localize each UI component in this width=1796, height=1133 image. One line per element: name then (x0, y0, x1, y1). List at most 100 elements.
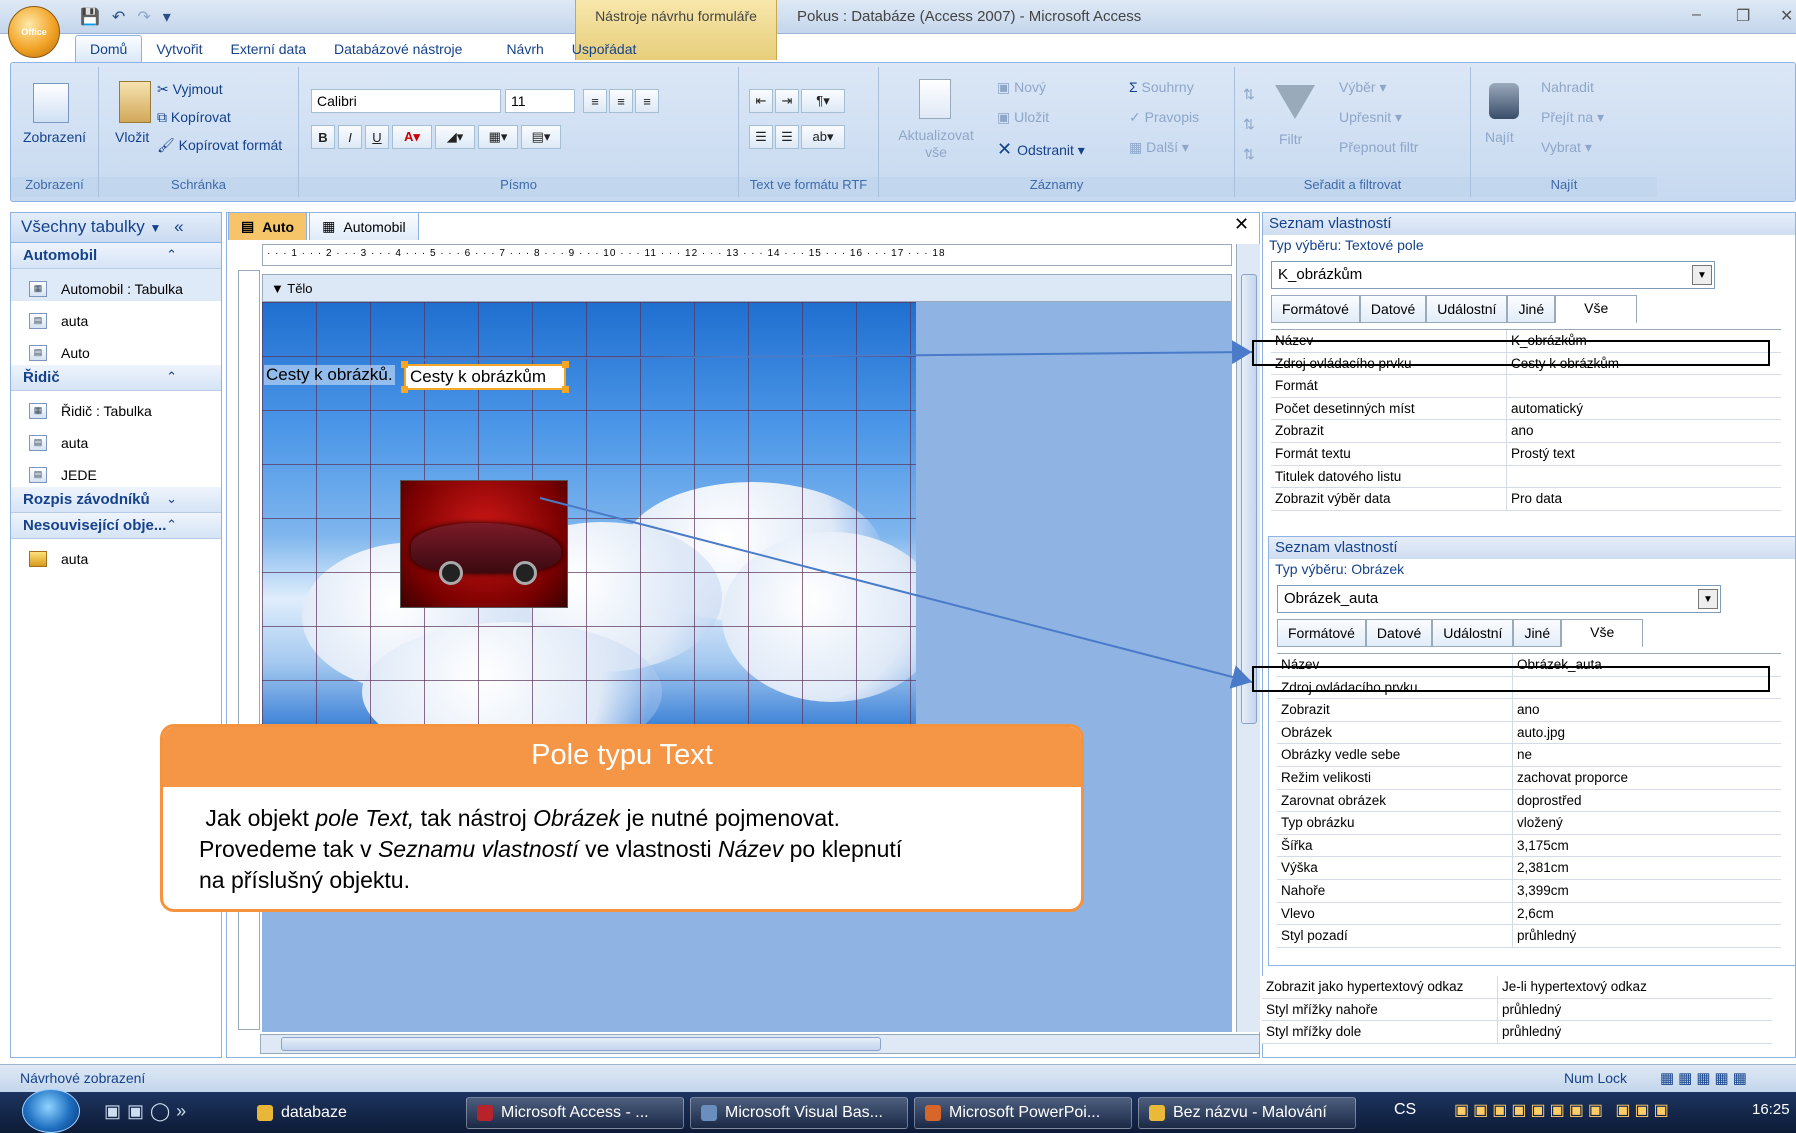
fill-color-icon[interactable]: ◢▾ (435, 125, 475, 149)
nav-item[interactable]: ▤ auta (11, 301, 221, 333)
cut-button[interactable]: ✂ Vyjmout (157, 81, 223, 98)
tab-all[interactable]: Vše (1561, 619, 1644, 647)
close-icon[interactable]: ✕ (1780, 6, 1793, 26)
horizontal-scrollbar[interactable] (260, 1034, 1260, 1054)
new-record-button[interactable]: ▣ Nový (997, 79, 1046, 96)
minimize-icon[interactable]: – (1692, 6, 1701, 24)
section-header-detail[interactable]: ▼ Tělo (262, 274, 1232, 302)
property-row[interactable]: Formát textu Prostý text (1271, 442, 1781, 466)
tab-external-data[interactable]: Externí data (217, 36, 321, 62)
nav-item[interactable]: ▤ Auto (11, 333, 221, 365)
find-button[interactable]: Najít (1485, 129, 1514, 145)
label-control[interactable]: Cesty k obrázků. (264, 365, 395, 385)
totals-button[interactable]: Σ Souhrny (1129, 79, 1194, 95)
refresh-button[interactable]: Aktualizovat vše (891, 127, 981, 161)
resize-handle[interactable] (562, 361, 569, 368)
font-color-icon[interactable]: A▾ (392, 125, 432, 149)
quick-launch-icons[interactable]: ▣▣◯» (104, 1101, 192, 1122)
gridlines-icon[interactable]: ▦▾ (478, 125, 518, 149)
underline-button[interactable]: U (365, 125, 389, 149)
replace-button[interactable]: Nahradit (1541, 79, 1594, 95)
object-selector[interactable]: Obrázek_auta ▼ (1277, 585, 1721, 613)
selection-button[interactable]: Výběr ▾ (1339, 79, 1387, 96)
property-value[interactable]: 2,6cm (1513, 903, 1781, 925)
save-icon[interactable]: 💾 (80, 7, 100, 27)
select-button[interactable]: Vybrat ▾ (1541, 139, 1592, 156)
property-row[interactable]: Zarovnat obrázek doprostřed (1277, 789, 1781, 813)
property-row[interactable]: Formát (1271, 375, 1781, 398)
format-painter-button[interactable]: 🖌 Kopírovat formát (157, 137, 282, 154)
tab-data[interactable]: Datové (1365, 619, 1433, 647)
tab-design[interactable]: Návrh (492, 36, 557, 62)
taskbar-item[interactable]: databaze (246, 1097, 456, 1129)
property-value[interactable]: zachovat proporce (1513, 767, 1781, 789)
taskbar-item[interactable]: Microsoft PowerPoi... (914, 1097, 1132, 1129)
property-row[interactable]: Zobrazit ano (1271, 420, 1781, 443)
property-value[interactable]: doprostřed (1513, 790, 1781, 812)
advanced-button[interactable]: Upřesnit ▾ (1339, 109, 1402, 126)
numbered-list-icon[interactable]: ☰ (749, 125, 773, 149)
nav-item[interactable]: auta (11, 539, 221, 571)
property-value[interactable] (1507, 375, 1781, 397)
nav-group-rozpis[interactable]: Rozpis závodníků ⌄ (11, 487, 221, 513)
nav-group-automobil[interactable]: Automobil ⌃ (11, 243, 221, 269)
property-row[interactable]: Zobrazit ano (1277, 699, 1781, 722)
bold-button[interactable]: B (311, 125, 335, 149)
collapse-nav-icon[interactable]: « (174, 217, 183, 236)
tab-format[interactable]: Formátové (1271, 295, 1360, 323)
nav-header[interactable]: Všechny tabulky ▼ « (11, 213, 221, 243)
property-row[interactable]: Zobrazit jako hypertextový odkaz Je-li hy… (1262, 976, 1772, 999)
property-value[interactable]: 3,399cm (1513, 880, 1781, 902)
tab-home[interactable]: Domů (75, 35, 143, 62)
property-value[interactable]: ne (1513, 744, 1781, 766)
align-right-icon[interactable]: ≡ (635, 89, 659, 113)
property-row[interactable]: Titulek datového listu (1271, 465, 1781, 489)
scroll-thumb[interactable] (281, 1037, 881, 1051)
property-row[interactable]: Režim velikosti zachovat proporce (1277, 766, 1781, 790)
property-value[interactable] (1507, 466, 1781, 488)
tab-all[interactable]: Vše (1555, 295, 1638, 323)
object-selector[interactable]: K_obrázkům ▼ (1271, 261, 1715, 289)
copy-button[interactable]: ⧉ Kopírovat (157, 109, 231, 126)
property-value[interactable]: průhledný (1498, 999, 1772, 1021)
taskbar-item[interactable]: Microsoft Visual Bas... (690, 1097, 908, 1129)
font-family-combo[interactable]: Calibri (311, 89, 501, 113)
bullet-list-icon[interactable]: ☰ (775, 125, 799, 149)
tab-data[interactable]: Datové (1359, 295, 1427, 323)
textbox-control[interactable]: Cesty k obrázkům (401, 361, 569, 393)
property-value[interactable]: Je-li hypertextový odkaz (1498, 976, 1772, 998)
taskbar-item[interactable]: Microsoft Access - ... (466, 1097, 684, 1129)
decrease-indent-icon[interactable]: ⇤ (749, 89, 773, 113)
start-button[interactable] (22, 1089, 80, 1133)
view-switcher-icons[interactable]: ▦▦▦▦▦ (1660, 1069, 1751, 1087)
nav-group-ridic[interactable]: Řidič ⌃ (11, 365, 221, 391)
nav-item[interactable]: ▦ Automobil : Tabulka (11, 269, 221, 301)
goto-button[interactable]: Přejít na ▾ (1541, 109, 1604, 126)
undo-icon[interactable]: ↶ (112, 7, 125, 27)
spelling-button[interactable]: ✓ Pravopis (1129, 109, 1199, 126)
nav-item[interactable]: ▤ auta (11, 423, 221, 455)
tab-event[interactable]: Událostní (1432, 619, 1514, 647)
tab-other[interactable]: Jiné (1507, 295, 1556, 323)
tab-arrange[interactable]: Uspořádat (558, 36, 651, 62)
property-value[interactable]: 3,175cm (1513, 835, 1781, 857)
property-value[interactable]: vložený (1513, 812, 1781, 834)
dropdown-icon[interactable]: ▼ (1692, 265, 1712, 285)
property-row[interactable]: Zobrazit výběr data Pro data (1271, 488, 1781, 511)
close-document-icon[interactable]: ✕ (1234, 214, 1249, 235)
dropdown-icon[interactable]: ▼ (150, 221, 162, 235)
paragraph-icon[interactable]: ¶▾ (801, 89, 845, 113)
property-row[interactable]: Styl pozadí průhledný (1277, 925, 1781, 948)
dropdown-icon[interactable]: ▼ (1698, 589, 1718, 609)
view-button[interactable]: Zobrazení (23, 129, 86, 145)
save-record-button[interactable]: ▣ Uložit (997, 109, 1049, 126)
alternate-fill-icon[interactable]: ▤▾ (521, 125, 561, 149)
doc-tab-auto[interactable]: ▤ Auto (228, 212, 308, 240)
tab-format[interactable]: Formátové (1277, 619, 1366, 647)
property-value[interactable]: průhledný (1513, 925, 1781, 947)
property-value[interactable]: automatický (1507, 398, 1781, 420)
resize-handle[interactable] (401, 386, 408, 393)
property-row[interactable]: Styl mřížky dole průhledný (1262, 1021, 1772, 1044)
resize-handle[interactable] (562, 386, 569, 393)
property-value[interactable]: auto.jpg (1513, 722, 1781, 744)
